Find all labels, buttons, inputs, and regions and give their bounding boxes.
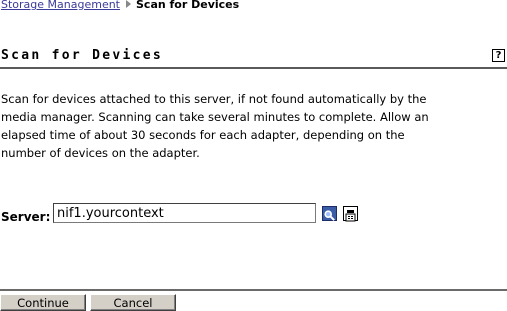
scan-for-devices-page: Storage Management Scan for Devices Scan …	[0, 0, 507, 311]
magnifier-icon[interactable]	[322, 206, 337, 221]
breadcrumb-separator-icon	[126, 0, 131, 8]
cancel-button[interactable]: Cancel	[90, 294, 176, 311]
help-icon[interactable]: ?	[492, 49, 505, 62]
title-divider	[0, 67, 507, 69]
page-title: Scan for Devices	[1, 48, 164, 63]
breadcrumb-storage-management-link[interactable]: Storage Management	[1, 0, 120, 11]
object-browser-icon-graphic	[345, 210, 356, 222]
footer-divider	[0, 289, 507, 291]
page-description: Scan for devices attached to this server…	[1, 92, 429, 160]
magnifier-icon-graphic	[324, 210, 335, 221]
breadcrumb-current: Scan for Devices	[136, 0, 240, 11]
breadcrumb: Storage Management Scan for Devices	[1, 0, 239, 12]
continue-button[interactable]: Continue	[0, 294, 86, 311]
server-label: Server:	[1, 210, 51, 224]
server-input[interactable]	[53, 203, 316, 223]
object-browser-icon[interactable]	[343, 206, 358, 222]
